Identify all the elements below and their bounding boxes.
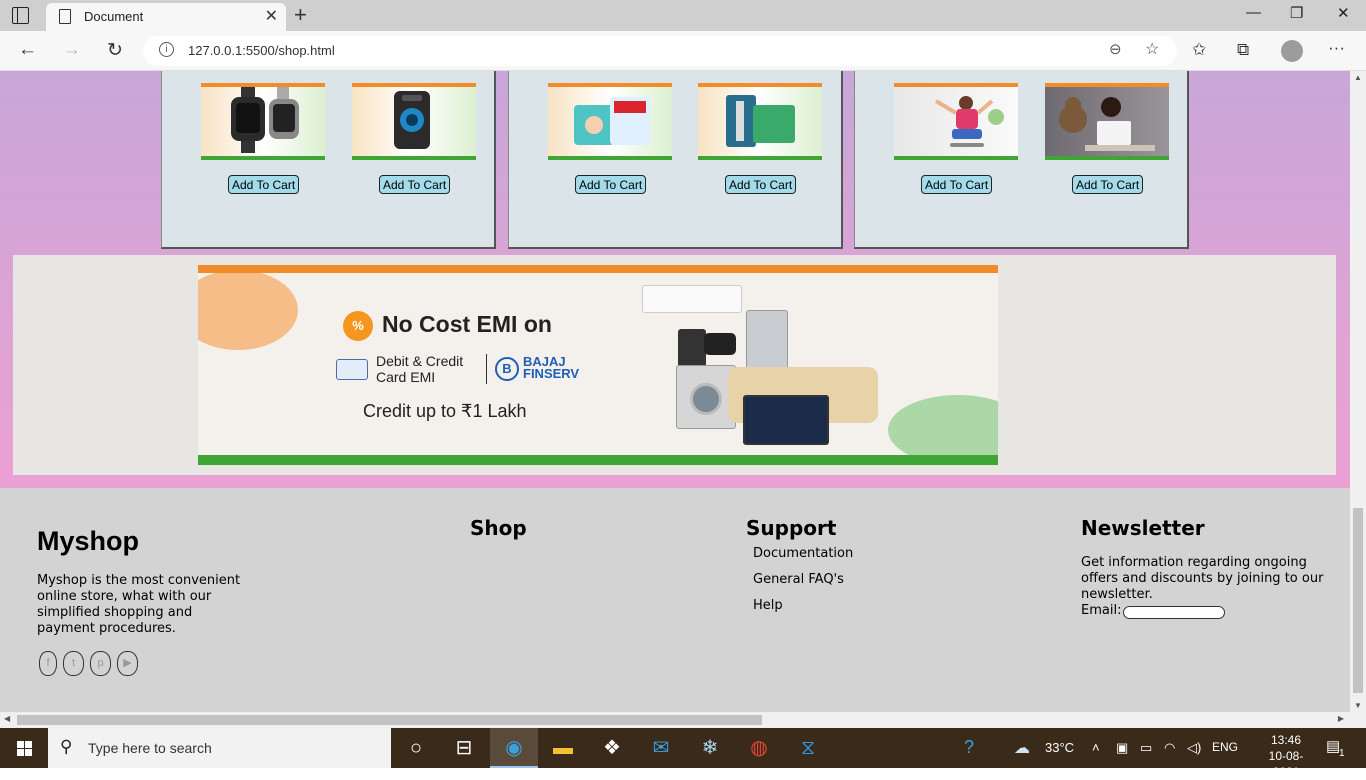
site-footer: Myshop Myshop is the most convenient onl… bbox=[0, 488, 1350, 712]
weather-temperature[interactable]: 33°C bbox=[1045, 740, 1074, 755]
favorites-icon[interactable]: ✩ bbox=[1192, 40, 1206, 60]
minimize-button[interactable]: — bbox=[1246, 4, 1261, 21]
add-to-cart-button[interactable]: Add To Cart bbox=[575, 175, 647, 194]
refresh-button[interactable]: ↻ bbox=[107, 39, 123, 62]
product-image-smartwatch[interactable] bbox=[201, 83, 325, 160]
bajaj-finserv-logo: B BAJAJ FINSERV bbox=[495, 355, 585, 383]
add-to-cart-button[interactable]: Add To Cart bbox=[921, 175, 993, 194]
dropbox-icon[interactable]: ❖ bbox=[588, 728, 636, 768]
footer-newsletter-heading: Newsletter bbox=[1081, 516, 1205, 540]
facebook-icon[interactable]: f bbox=[39, 651, 57, 676]
file-explorer-icon[interactable]: ▬ bbox=[539, 728, 587, 768]
show-hidden-icons[interactable]: ˄ bbox=[1092, 740, 1100, 755]
footer-support-heading: Support bbox=[746, 516, 837, 540]
footer-brand: Myshop bbox=[37, 526, 140, 556]
footer-description: Myshop is the most convenient online sto… bbox=[37, 573, 241, 636]
language-indicator[interactable]: ENG bbox=[1212, 740, 1238, 754]
email-label: Email: bbox=[1081, 603, 1122, 618]
support-link-faq[interactable]: General FAQ's bbox=[753, 572, 844, 587]
credit-card-icon bbox=[336, 359, 368, 380]
start-button[interactable] bbox=[0, 728, 48, 768]
youtube-icon[interactable]: ▶ bbox=[117, 651, 138, 676]
product-card-1: Add To Cart Add To Cart bbox=[161, 71, 496, 249]
product-card-2: Add To Cart Add To Cart bbox=[508, 71, 843, 249]
product-image-kid-reading[interactable] bbox=[1045, 83, 1169, 160]
add-to-cart-button[interactable]: Add To Cart bbox=[228, 175, 300, 194]
tab-actions-icon[interactable] bbox=[12, 7, 29, 24]
footer-shop-heading: Shop bbox=[470, 516, 527, 540]
notification-count: 1 bbox=[1339, 748, 1345, 759]
zoom-out-icon[interactable]: ⊖ bbox=[1109, 40, 1122, 58]
add-to-cart-button[interactable]: Add To Cart bbox=[725, 175, 797, 194]
add-favorite-icon[interactable]: ☆ bbox=[1145, 39, 1159, 59]
product-image-razor[interactable] bbox=[698, 83, 822, 160]
banner-headline: No Cost EMI on bbox=[382, 311, 552, 337]
collections-icon[interactable]: ⧉ bbox=[1237, 40, 1249, 60]
add-to-cart-button[interactable]: Add To Cart bbox=[379, 175, 451, 194]
chrome-icon[interactable]: ◍ bbox=[735, 728, 783, 768]
search-icon: ⚲ bbox=[60, 737, 73, 756]
product-image-speaker[interactable] bbox=[352, 83, 476, 160]
document-icon bbox=[59, 9, 71, 24]
percent-badge-icon: % bbox=[343, 311, 373, 341]
horizontal-scrollbar[interactable]: ◀ ▶ bbox=[0, 712, 1350, 728]
back-button[interactable]: ← bbox=[18, 39, 37, 61]
weather-icon[interactable]: ☁ bbox=[1014, 738, 1030, 758]
more-icon[interactable]: ··· bbox=[1328, 38, 1345, 58]
tab-title: Document bbox=[84, 9, 144, 24]
new-tab-button[interactable]: + bbox=[294, 2, 307, 28]
address-bar: ← → ↻ i 127.0.0.1:5500/shop.html ⊖ ☆ ✩ ⧉… bbox=[0, 31, 1366, 71]
twitter-icon[interactable]: t bbox=[63, 651, 84, 676]
volume-icon[interactable]: ◁) bbox=[1187, 740, 1201, 756]
vertical-scrollbar[interactable]: ▲ ▼ bbox=[1350, 71, 1366, 712]
meet-now-icon[interactable]: ▣ bbox=[1116, 740, 1128, 756]
emi-promo-banner[interactable]: % No Cost EMI on Debit & Credit Card EMI… bbox=[198, 265, 998, 465]
snipping-icon[interactable]: ❄ bbox=[686, 728, 734, 768]
search-placeholder: Type here to search bbox=[88, 740, 212, 756]
vscode-icon[interactable]: ⧖ bbox=[784, 728, 832, 768]
newsletter-text: Get information regarding ongoing offers… bbox=[1081, 555, 1324, 602]
edge-icon[interactable]: ◉ bbox=[490, 728, 538, 768]
close-window-button[interactable]: ✕ bbox=[1337, 4, 1350, 22]
tab-bar: Document ✕ + — ❐ ✕ bbox=[0, 0, 1366, 31]
taskbar-search[interactable]: ⚲ Type here to search bbox=[48, 728, 391, 768]
help-icon[interactable]: ? bbox=[964, 737, 974, 758]
promo-banner-section: % No Cost EMI on Debit & Credit Card EMI… bbox=[13, 255, 1336, 475]
newsletter-email-input[interactable] bbox=[1123, 606, 1225, 619]
credit-limit-text: Credit up to ₹1 Lakh bbox=[363, 401, 527, 421]
product-image-diapers[interactable] bbox=[548, 83, 672, 160]
card-emi-text: Debit & Credit Card EMI bbox=[376, 353, 464, 385]
url-field[interactable]: i 127.0.0.1:5500/shop.html ⊖ ☆ bbox=[143, 36, 1177, 66]
maximize-button[interactable]: ❐ bbox=[1290, 4, 1303, 22]
product-image-kids-playing[interactable] bbox=[894, 83, 1018, 160]
forward-button[interactable]: → bbox=[62, 39, 81, 61]
support-link-documentation[interactable]: Documentation bbox=[753, 546, 853, 561]
network-icon[interactable]: ◠ bbox=[1164, 740, 1175, 756]
browser-tab[interactable]: Document ✕ bbox=[46, 3, 286, 31]
task-view-icon[interactable]: ⊟ bbox=[440, 728, 488, 768]
tab-close-icon[interactable]: ✕ bbox=[265, 6, 278, 26]
pinterest-icon[interactable]: p bbox=[90, 651, 111, 676]
product-card-3: Add To Cart Add To Cart bbox=[854, 71, 1189, 249]
profile-icon[interactable] bbox=[1281, 40, 1303, 62]
site-info-icon[interactable]: i bbox=[159, 42, 174, 57]
mail-icon[interactable]: ✉ bbox=[637, 728, 685, 768]
cortana-icon[interactable]: ○ bbox=[392, 728, 440, 768]
windows-taskbar: ⚲ Type here to search ○ ⊟ ◉ ▬ ❖ ✉ ❄ ◍ ⧖ … bbox=[0, 728, 1366, 779]
battery-icon[interactable]: ▭ bbox=[1140, 740, 1152, 756]
taskbar-clock[interactable]: 13:46 10-08-2021 bbox=[1260, 732, 1312, 780]
support-link-help[interactable]: Help bbox=[753, 598, 783, 613]
add-to-cart-button[interactable]: Add To Cart bbox=[1072, 175, 1144, 194]
page-viewport: Add To Cart Add To Cart Add To Cart Add … bbox=[0, 71, 1350, 712]
url-text[interactable]: 127.0.0.1:5500/shop.html bbox=[188, 43, 335, 58]
